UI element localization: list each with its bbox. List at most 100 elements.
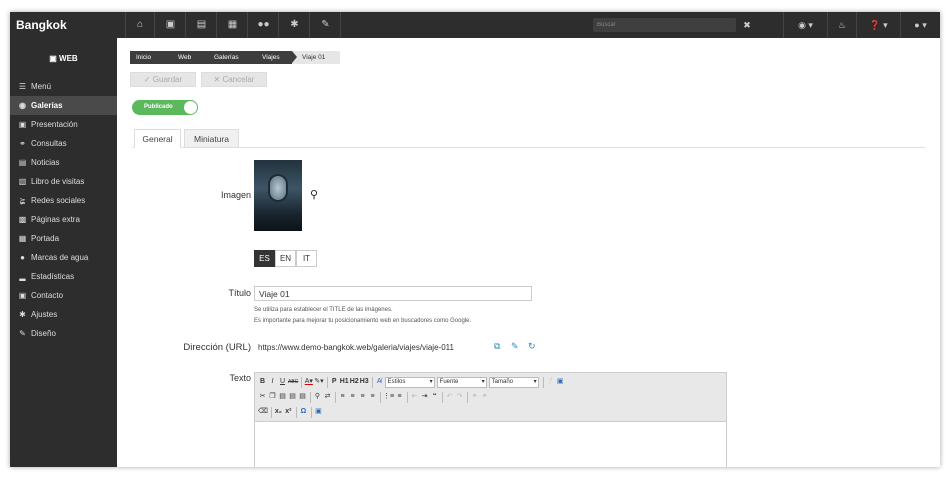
underline-button[interactable]: U	[278, 376, 287, 388]
desktop-icon[interactable]: ▣	[156, 12, 186, 38]
blockquote-icon[interactable]: “	[430, 391, 439, 403]
align-left-icon[interactable]: ≡	[338, 391, 347, 403]
tab-miniatura[interactable]: Miniatura	[184, 129, 239, 148]
users-icon[interactable]: ●●	[249, 12, 279, 38]
breadcrumb-item-galerias[interactable]: Galerías	[204, 51, 257, 64]
text-color-button[interactable]: A▾	[304, 376, 313, 388]
font-select[interactable]: Fuente	[436, 377, 487, 388]
justify-icon[interactable]: ≡	[368, 391, 377, 403]
italic-button[interactable]: I	[268, 376, 277, 388]
refresh-icon[interactable]: ↻	[528, 341, 536, 352]
image-gallery-icon[interactable]: ▣	[314, 406, 323, 418]
strikethrough-button[interactable]: ABC	[288, 376, 298, 388]
superscript-icon[interactable]: x²	[284, 406, 293, 418]
sidebar: ▣ WEB ☰ Menú ◉ Galerías ▣ Presentación ⚭ Con…	[10, 38, 117, 467]
paste-word-icon[interactable]: ▤	[298, 391, 307, 403]
sidebar-item-diseno[interactable]: ✎ Diseño	[10, 324, 117, 343]
cut-icon[interactable]: ✂	[258, 391, 267, 403]
outdent-icon[interactable]: ⇤	[410, 391, 419, 403]
sidebar-item-marcas-de-agua[interactable]: ● Marcas de agua	[10, 248, 117, 267]
rich-text-editor: BIUABCA▾✎▾PH1H2H3A̸EstilosFuenteTamaño❔▣…	[254, 372, 727, 467]
brush-icon[interactable]: ✎	[311, 12, 341, 38]
eraser-icon[interactable]: ⌫	[258, 406, 268, 418]
bold-button[interactable]: B	[258, 376, 267, 388]
sidebar-item-presentacion[interactable]: ▣ Presentación	[10, 115, 117, 134]
cancel-button[interactable]: ✕ Cancelar	[201, 72, 267, 87]
breadcrumb-item-inicio[interactable]: Inicio	[130, 51, 173, 64]
link-icon[interactable]: ⚭	[470, 391, 479, 403]
indent-icon[interactable]: ⇥	[420, 391, 429, 403]
replace-icon[interactable]: ⇄	[323, 391, 332, 403]
tab-general[interactable]: General	[134, 129, 181, 148]
camera-icon: ◉	[19, 101, 26, 110]
published-toggle[interactable]: Publicado	[132, 100, 198, 115]
pencil-icon[interactable]: ✎	[511, 341, 519, 352]
question-icon[interactable]: ❓ ▾	[856, 12, 900, 38]
redo-icon[interactable]: ↷	[455, 391, 464, 403]
sidebar-item-consultas[interactable]: ⚭ Consultas	[10, 134, 117, 153]
sidebar-item-ajustes[interactable]: ✱ Ajustes	[10, 305, 117, 324]
toolbar-row-3: ⌫ x₂ x² Ω ▣	[258, 406, 324, 420]
unlink-icon[interactable]: ⚭	[480, 391, 489, 403]
undo-icon[interactable]: ↶	[445, 391, 454, 403]
lang-en-button[interactable]: EN	[275, 250, 296, 267]
styles-select[interactable]: Estilos	[384, 377, 435, 388]
newspaper-icon: ▤	[18, 158, 27, 167]
remove-format-button[interactable]: A̸	[375, 376, 384, 388]
sidebar-item-noticias[interactable]: ▤ Noticias	[10, 153, 117, 172]
copy-icon[interactable]: ❐	[268, 391, 277, 403]
paragraph-button[interactable]: P	[330, 376, 339, 388]
airplane-window-photo	[268, 174, 288, 202]
sidebar-item-galerias[interactable]: ◉ Galerías	[10, 96, 117, 115]
help-icon[interactable]: ❔	[546, 376, 555, 388]
file-icon[interactable]: ▤	[187, 12, 217, 38]
sidebar-item-paginas-extra[interactable]: ▩ Páginas extra	[10, 210, 117, 229]
url-value: https://www.demo-bangkok.web/galeria/via…	[258, 343, 454, 352]
sidebar-item-libro-de-visitas[interactable]: ▧ Libro de visitas	[10, 172, 117, 191]
find-icon[interactable]: ⚲	[313, 391, 322, 403]
sidebar-item-estadisticas[interactable]: ▂ Estadísticas	[10, 267, 117, 286]
paste-icon[interactable]: ▤	[278, 391, 287, 403]
external-link-icon[interactable]: ⧉	[494, 341, 500, 352]
heading2-button[interactable]: H2	[350, 376, 359, 388]
lang-it-button[interactable]: IT	[296, 250, 317, 267]
store-icon[interactable]: ▦	[218, 12, 248, 38]
sidebar-item-menu[interactable]: ☰ Menú	[10, 77, 117, 96]
search-icon[interactable]: ⚲	[310, 188, 318, 201]
lang-es-button[interactable]: ES	[254, 250, 275, 267]
brand-logo[interactable]: Bangkok	[10, 12, 118, 38]
breadcrumb-item-viajes[interactable]: Viajes	[252, 51, 297, 64]
wrench-icon[interactable]: ✖	[737, 12, 757, 38]
editor-content-area[interactable]	[255, 422, 726, 467]
image-insert-icon[interactable]: ▣	[556, 376, 565, 388]
heading1-button[interactable]: H1	[340, 376, 349, 388]
bullet-list-icon[interactable]: ⋮≡	[383, 391, 394, 403]
home-icon[interactable]: ⌂	[125, 12, 155, 38]
highlight-color-button[interactable]: ✎▾	[314, 376, 323, 388]
toolbar-row-1: BIUABC A▾✎▾ PH1H2H3 A̸EstilosFuenteTamaño ❔▣	[258, 376, 566, 390]
search-input[interactable]	[593, 18, 736, 32]
size-select[interactable]: Tamaño	[488, 377, 539, 388]
app-window: Bangkok ⌂ ▣ ▤ ▦ ●● ✱ ✎ ✖ ◉ ▾ ♨ ❓ ▾ ● ▾ ▣…	[10, 12, 940, 467]
sidebar-item-portada[interactable]: ▦ Portada	[10, 229, 117, 248]
user-icon[interactable]: ● ▾	[900, 12, 940, 38]
bell-icon[interactable]: ♨	[827, 12, 856, 38]
sidebar-item-contacto[interactable]: ▣ Contacto	[10, 286, 117, 305]
heading3-button[interactable]: H3	[360, 376, 369, 388]
save-button[interactable]: ✓ Guardar	[130, 72, 196, 87]
gear-icon[interactable]: ✱	[280, 12, 310, 38]
paste-text-icon[interactable]: ▤	[288, 391, 297, 403]
align-center-icon[interactable]: ≡	[348, 391, 357, 403]
book-icon: ▧	[18, 177, 27, 186]
special-char-icon[interactable]: Ω	[299, 406, 308, 418]
numbered-list-icon[interactable]: ≡	[395, 391, 404, 403]
breadcrumb-item-current: Viaje 01	[292, 51, 340, 64]
eye-icon[interactable]: ◉ ▾	[783, 12, 827, 38]
subscript-icon[interactable]: x₂	[274, 406, 283, 418]
gallery-image-thumbnail[interactable]	[254, 160, 302, 231]
breadcrumb-item-web[interactable]: Web	[168, 51, 209, 64]
check-icon: ✓	[143, 75, 153, 84]
sidebar-item-redes-sociales[interactable]: ⪶ Redes sociales	[10, 191, 117, 210]
title-input[interactable]	[254, 286, 532, 301]
align-right-icon[interactable]: ≡	[358, 391, 367, 403]
